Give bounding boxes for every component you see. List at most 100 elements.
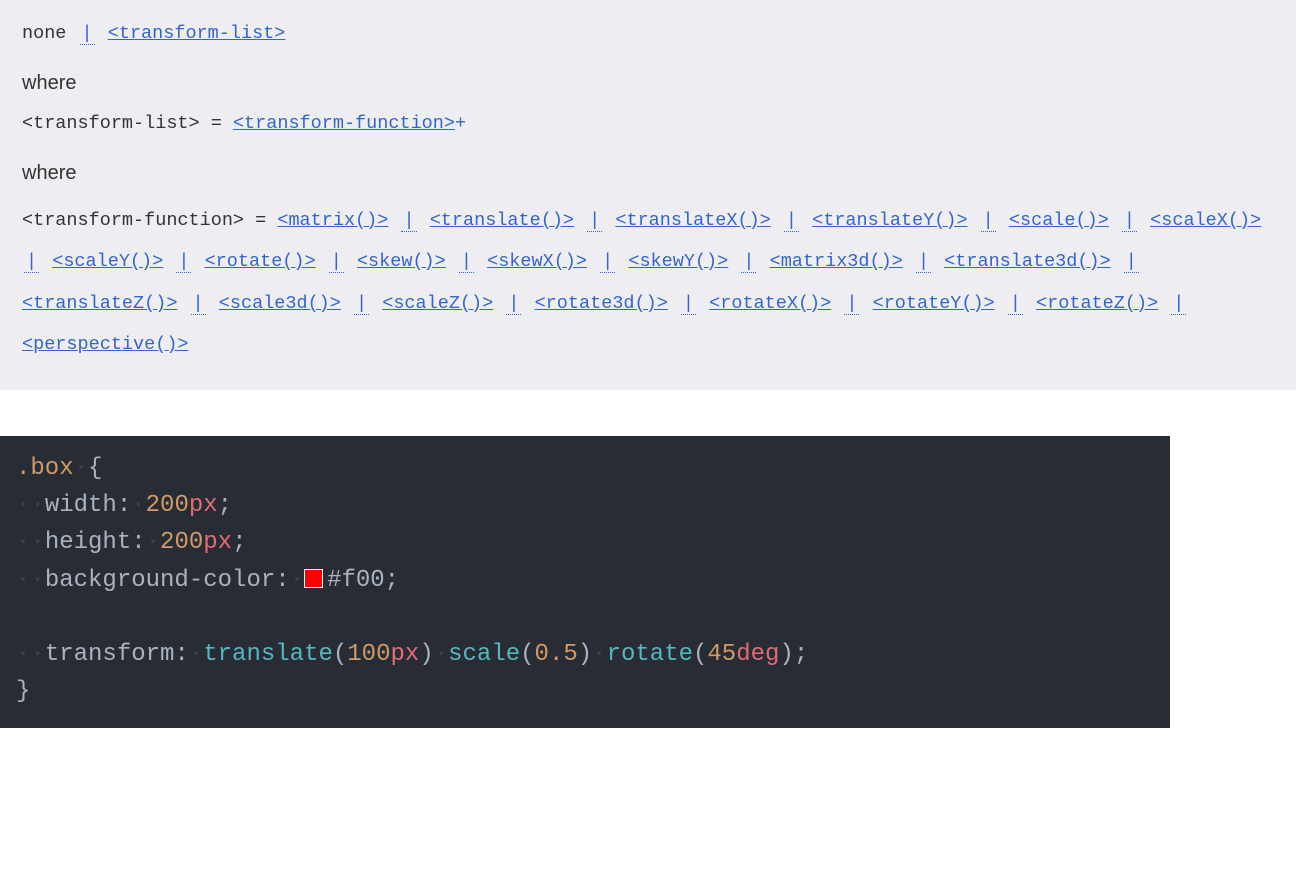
token-semicolon: ; [385, 567, 399, 594]
token-hex: #f00 [327, 567, 385, 594]
link-transform-func[interactable]: <translateZ()> [22, 293, 177, 314]
code-line-brace-close: } [16, 673, 1154, 710]
code-line-background: ··background-color:·#f00; [16, 562, 1154, 599]
whitespace-dot: · [30, 492, 44, 519]
token-paren-close: ) [578, 641, 592, 668]
combinator-pipe[interactable]: | [354, 293, 369, 315]
color-swatch [304, 569, 323, 588]
token-number: 100 [347, 641, 390, 668]
whitespace-dot: · [30, 567, 44, 594]
syntax-line-1: none | <transform-list> [22, 18, 1274, 50]
syntax-line-2: <transform-list> = <transform-function>+ [22, 108, 1274, 140]
where-label-1: where [22, 68, 1274, 98]
link-transform-func[interactable]: <scale3d()> [219, 293, 341, 314]
combinator-pipe[interactable]: | [459, 251, 474, 273]
link-transform-func[interactable]: <scaleZ()> [382, 293, 493, 314]
token-unit: px [391, 641, 420, 668]
combinator-pipe[interactable]: | [784, 210, 799, 232]
combinator-pipe[interactable]: | [587, 210, 602, 232]
token-property: transform [45, 641, 175, 668]
link-transform-func[interactable]: <perspective()> [22, 334, 189, 355]
link-transform-list[interactable]: <transform-list> [108, 23, 286, 44]
link-transform-func[interactable]: <rotate()> [205, 251, 316, 272]
whitespace-dot: · [16, 492, 30, 519]
combinator-pipe[interactable]: | [329, 251, 344, 273]
value-none: none [22, 23, 66, 44]
link-transform-func[interactable]: <translate3d()> [944, 251, 1111, 272]
whitespace-dot: · [434, 641, 448, 668]
code-line-transform: ··transform:·translate(100px)·scale(0.5)… [16, 636, 1154, 673]
code-editor: .box·{ ··width:·200px; ··height:·200px; … [0, 436, 1170, 728]
link-transform-function[interactable]: <transform-function> [233, 113, 455, 134]
token-paren-open: ( [520, 641, 534, 668]
token-function: translate [203, 641, 333, 668]
whitespace-dot: · [189, 641, 203, 668]
link-transform-func[interactable]: <scaleX()> [1150, 210, 1261, 231]
token-brace-open: { [88, 455, 102, 482]
combinator-pipe[interactable]: | [506, 293, 521, 315]
combinator-pipe[interactable]: | [176, 251, 191, 273]
combinator-pipe[interactable]: | [981, 210, 996, 232]
link-transform-func[interactable]: <skewY()> [628, 251, 728, 272]
combinator-pipe[interactable]: | [1122, 210, 1137, 232]
whitespace-dot: · [30, 529, 44, 556]
link-transform-func[interactable]: <rotateY()> [873, 293, 995, 314]
combinator-pipe[interactable]: | [80, 23, 95, 45]
link-transform-func[interactable]: <skew()> [357, 251, 446, 272]
whitespace-dot: · [16, 641, 30, 668]
token-paren-close: ) [779, 641, 793, 668]
token-colon: : [117, 492, 131, 519]
token-unit: px [203, 529, 232, 556]
link-transform-func[interactable]: <matrix()> [277, 210, 388, 231]
token-number: 45 [707, 641, 736, 668]
token-semicolon: ; [232, 529, 246, 556]
link-transform-func[interactable]: <rotateZ()> [1036, 293, 1158, 314]
token-colon: : [131, 529, 145, 556]
combinator-pipe[interactable]: | [681, 293, 696, 315]
syntax-lhs-2: <transform-function> = [22, 210, 277, 231]
link-transform-func[interactable]: <matrix3d()> [770, 251, 903, 272]
link-transform-func[interactable]: <translateX()> [615, 210, 770, 231]
token-brace-close: } [16, 678, 30, 705]
whitespace-dot: · [131, 492, 145, 519]
where-label-2: where [22, 158, 1274, 188]
link-transform-func[interactable]: <rotateX()> [709, 293, 831, 314]
link-transform-func[interactable]: <translateY()> [812, 210, 967, 231]
link-transform-func[interactable]: <rotate3d()> [535, 293, 668, 314]
combinator-pipe[interactable]: | [916, 251, 931, 273]
token-colon: : [174, 641, 188, 668]
token-property: width [45, 492, 117, 519]
whitespace-dot: · [290, 567, 304, 594]
link-transform-func[interactable]: <scaleY()> [52, 251, 163, 272]
combinator-pipe[interactable]: | [401, 210, 416, 232]
whitespace-dot: · [74, 455, 88, 482]
multiplier-plus[interactable]: + [455, 113, 466, 134]
link-transform-func[interactable]: <skewX()> [487, 251, 587, 272]
token-paren-open: ( [693, 641, 707, 668]
code-line-blank [16, 599, 1154, 636]
combinator-pipe[interactable]: | [600, 251, 615, 273]
token-function: scale [448, 641, 520, 668]
link-transform-func[interactable]: <translate()> [430, 210, 574, 231]
token-number: 200 [146, 492, 189, 519]
token-selector: .box [16, 455, 74, 482]
combinator-pipe[interactable]: | [1171, 293, 1186, 315]
token-property: background-color [45, 567, 275, 594]
whitespace-dot: · [16, 529, 30, 556]
syntax-line-3: <transform-function> = <matrix()> | <tra… [22, 198, 1274, 369]
whitespace-dot: · [592, 641, 606, 668]
token-number: 0.5 [535, 641, 578, 668]
combinator-pipe[interactable]: | [844, 293, 859, 315]
combinator-pipe[interactable]: | [191, 293, 206, 315]
combinator-pipe[interactable]: | [1008, 293, 1023, 315]
combinator-pipe[interactable]: | [1124, 251, 1139, 273]
combinator-pipe[interactable]: | [24, 251, 39, 273]
whitespace-dot: · [146, 529, 160, 556]
combinator-pipe[interactable]: | [741, 251, 756, 273]
token-paren-close: ) [419, 641, 433, 668]
token-function: rotate [607, 641, 693, 668]
link-transform-func[interactable]: <scale()> [1009, 210, 1109, 231]
token-number: 200 [160, 529, 203, 556]
token-colon: : [275, 567, 289, 594]
syntax-lhs: <transform-list> = [22, 113, 233, 134]
